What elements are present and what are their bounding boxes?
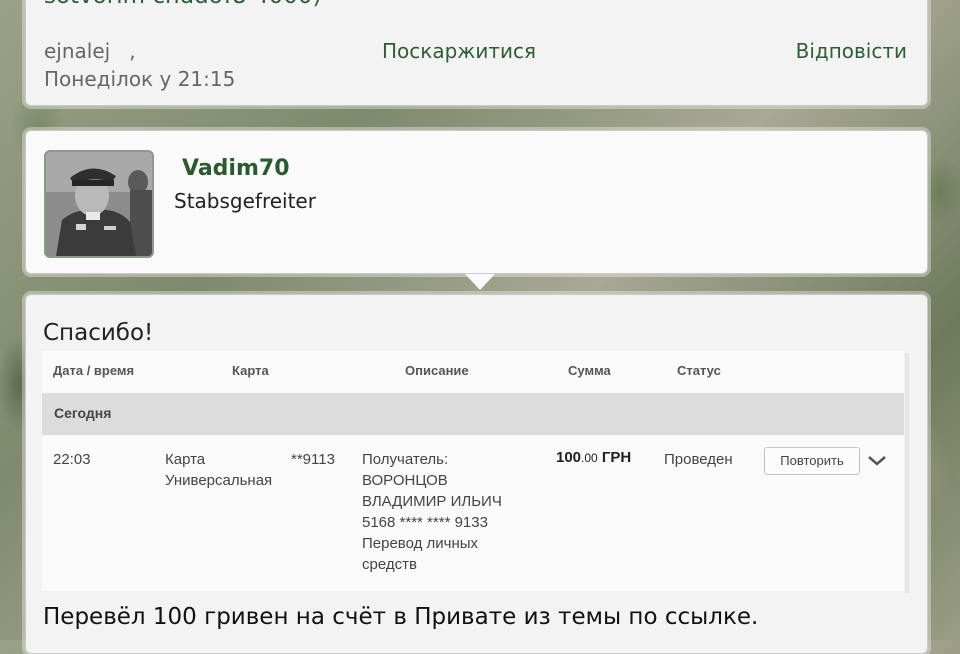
- previous-post-panel: sotvorim chudo!8 4000) ejnalej , Понеділ…: [25, 0, 928, 106]
- tx-card-name: Карта Универсальная: [165, 449, 272, 491]
- chevron-down-icon[interactable]: [866, 451, 888, 471]
- tx-amount-dec: .00: [581, 451, 598, 465]
- user-rank: Stabsgefreiter: [174, 189, 316, 213]
- post-body-text: Перевёл 100 гривен на счёт в Привате из …: [43, 604, 759, 630]
- group-row: Сегодня: [42, 393, 904, 435]
- tx-amount-int: 100: [556, 449, 582, 466]
- tx-amount: 100.00 ГРН: [556, 449, 631, 466]
- tx-description: Получатель: ВОРОНЦОВ ВЛАДИМИР ИЛЬИЧ 5168…: [362, 449, 502, 575]
- previous-post-text: sotvorim chudo!8 4000): [44, 0, 321, 8]
- previous-post-time: Понеділок у 21:15: [44, 67, 236, 91]
- tx-card-line: Карта: [165, 451, 206, 468]
- tx-desc-line: Получатель:: [362, 451, 449, 468]
- header-card: Карта: [232, 363, 269, 378]
- header-datetime: Дата / время: [53, 363, 135, 378]
- previous-post-author[interactable]: ejnalej: [44, 39, 110, 63]
- tx-desc-line: ВЛАДИМИР ИЛЬИЧ: [362, 493, 502, 510]
- header-status: Статус: [677, 363, 721, 378]
- image-scrollbar[interactable]: [905, 353, 909, 593]
- post-body-panel: Спасибо! Дата / время Карта Описание Сум…: [25, 294, 928, 654]
- tx-card-mask: **9113: [291, 451, 335, 468]
- header-amount: Сумма: [568, 363, 611, 378]
- previous-post-author-line: ejnalej ,: [44, 39, 136, 63]
- report-link[interactable]: Поскаржитися: [382, 39, 536, 63]
- tx-desc-line: средств: [362, 556, 417, 573]
- tx-desc-line: ВОРОНЦОВ: [362, 472, 448, 489]
- header-description: Описание: [405, 363, 469, 378]
- transaction-screenshot: Дата / время Карта Описание Сумма Статус…: [42, 351, 904, 591]
- reply-link[interactable]: Відповісти: [796, 39, 907, 63]
- user-card: Vadim70 Stabsgefreiter: [25, 130, 928, 274]
- tx-time: 22:03: [53, 451, 91, 468]
- repeat-button[interactable]: Повторить: [764, 447, 860, 475]
- post-pointer: [465, 274, 495, 290]
- tx-card-line: Универсальная: [165, 472, 273, 489]
- avatar[interactable]: [44, 150, 154, 258]
- tx-desc-line: Перевод личных: [362, 535, 479, 552]
- avatar-photo: [46, 152, 152, 256]
- post-thanks-text: Спасибо!: [43, 320, 154, 346]
- group-label: Сегодня: [54, 405, 112, 421]
- tx-status: Проведен: [664, 451, 733, 468]
- username-link[interactable]: Vadim70: [182, 156, 290, 181]
- tx-currency: ГРН: [601, 449, 632, 466]
- tx-desc-line: 5168 **** **** 9133: [362, 514, 488, 531]
- author-separator: ,: [129, 39, 136, 63]
